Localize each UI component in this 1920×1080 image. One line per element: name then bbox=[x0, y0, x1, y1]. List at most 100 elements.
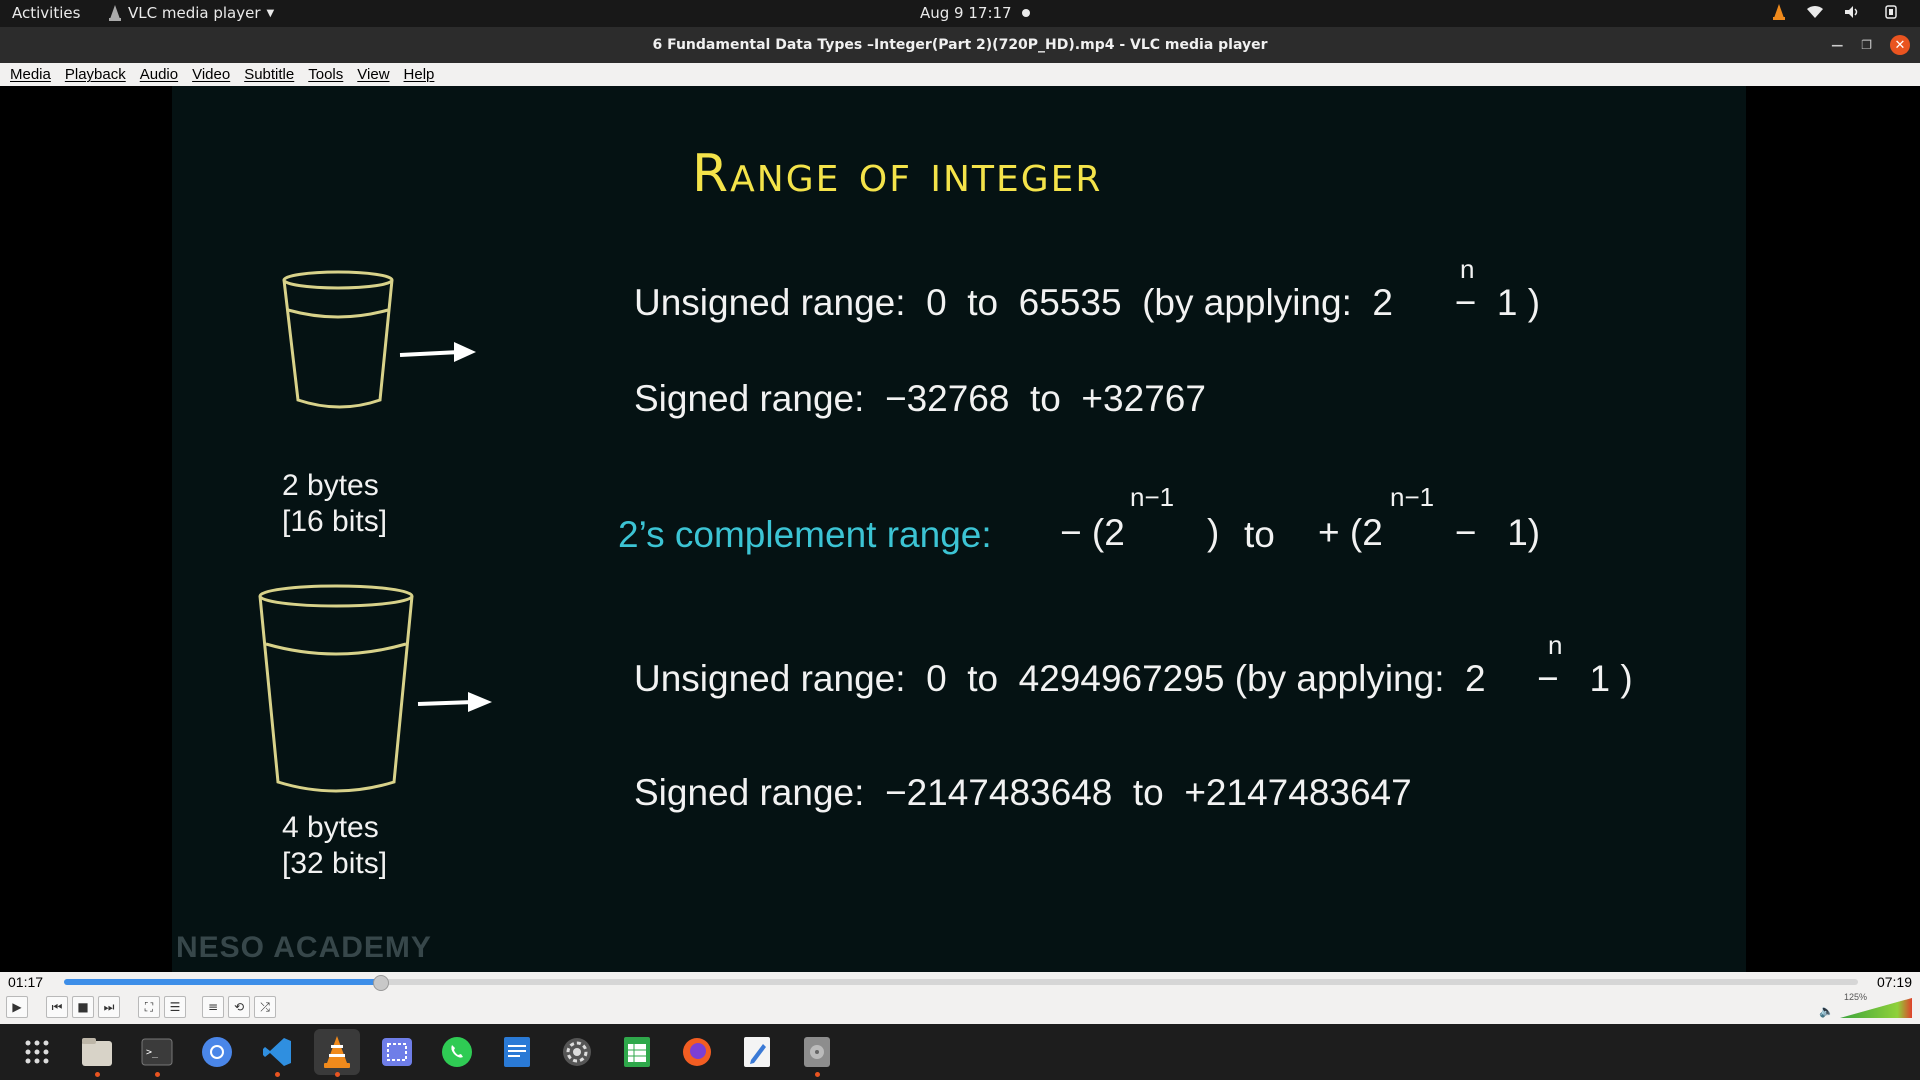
complement-rhs: + (2 − 1) bbox=[1318, 512, 1541, 553]
chevron-down-icon: ▼ bbox=[266, 7, 275, 19]
caption-size: 4 bytes bbox=[282, 811, 379, 844]
vscode-button[interactable] bbox=[254, 1029, 300, 1077]
close-icon[interactable]: ✕ bbox=[1890, 35, 1910, 55]
small-glass-icon bbox=[282, 270, 476, 409]
vscode-icon bbox=[263, 1038, 291, 1066]
next-button[interactable]: ⏭ bbox=[98, 996, 120, 1018]
minimize-icon[interactable]: — bbox=[1831, 38, 1843, 52]
files-button[interactable] bbox=[74, 1029, 120, 1077]
disk-button[interactable] bbox=[794, 1029, 840, 1077]
settings-icon bbox=[563, 1038, 591, 1066]
chromium-button[interactable] bbox=[194, 1029, 240, 1075]
view-buttons: ⛶ ☰ bbox=[138, 996, 186, 1018]
menu-media[interactable]: Media bbox=[10, 66, 51, 83]
shuffle-button[interactable]: ⤮ bbox=[254, 996, 276, 1018]
files-icon bbox=[82, 1038, 112, 1066]
seek-handle[interactable] bbox=[372, 975, 389, 991]
loop-button[interactable]: ⟲ bbox=[228, 996, 250, 1018]
vlc-button[interactable] bbox=[314, 1029, 360, 1077]
screenshot-button[interactable] bbox=[374, 1029, 420, 1075]
volume-control[interactable]: 🔈 125% bbox=[1819, 992, 1912, 1018]
screenshot-icon bbox=[382, 1038, 412, 1066]
restore-icon[interactable]: ❐ bbox=[1861, 38, 1872, 52]
running-indicator bbox=[814, 1072, 820, 1077]
elapsed-time: 01:17 bbox=[8, 974, 44, 990]
playlist-button[interactable]: ≡ bbox=[202, 996, 224, 1018]
slide-title: Range of integer bbox=[692, 144, 1103, 204]
volume-icon[interactable]: 🔈 bbox=[1819, 1004, 1834, 1018]
app-grid-button[interactable] bbox=[14, 1029, 60, 1075]
shuffle-icon: ⤮ bbox=[260, 999, 270, 1014]
notification-dot-icon bbox=[1021, 9, 1030, 17]
seek-bar[interactable] bbox=[64, 975, 1858, 991]
menu-tools[interactable]: Tools bbox=[308, 66, 343, 83]
lower-unsigned-range: Unsigned range: 0 to 4294967295 (by appl… bbox=[634, 658, 1633, 699]
caption-bits: [32 bits] bbox=[282, 847, 388, 880]
vlc-cone-icon bbox=[109, 5, 121, 21]
stop-button[interactable]: ■ bbox=[72, 996, 94, 1018]
app-grid-icon bbox=[25, 1040, 49, 1064]
video-area[interactable]: Range of integer 2 bytes [16 bits] Unsig… bbox=[0, 86, 1920, 972]
upper-signed-range: Signed range: −32768 to +32767 bbox=[634, 378, 1206, 419]
extended-settings-button[interactable]: ☰ bbox=[164, 996, 186, 1018]
menu-subtitle[interactable]: Subtitle bbox=[244, 66, 294, 83]
text-editor-button[interactable] bbox=[734, 1029, 780, 1075]
vlc-tray-icon[interactable] bbox=[1772, 4, 1786, 20]
running-indicator bbox=[334, 1072, 340, 1077]
vlc-icon bbox=[324, 1036, 350, 1068]
power-icon[interactable] bbox=[1882, 5, 1900, 19]
app-menu[interactable]: VLC media player ▼ bbox=[108, 4, 274, 22]
writer-button[interactable] bbox=[494, 1029, 540, 1075]
menu-audio[interactable]: Audio bbox=[140, 66, 178, 83]
activities-button[interactable]: Activities bbox=[12, 4, 80, 22]
caption-size: 2 bytes bbox=[282, 469, 379, 502]
transport-buttons: ⏮ ■ ⏭ bbox=[46, 996, 120, 1018]
terminal-icon: >_ bbox=[141, 1038, 173, 1066]
equalizer-icon: ☰ bbox=[169, 1000, 181, 1014]
complement-lhs-exponent: n−1 bbox=[1130, 482, 1175, 512]
whatsapp-button[interactable] bbox=[434, 1029, 480, 1075]
play-button[interactable]: ▶ bbox=[6, 996, 28, 1018]
menu-video[interactable]: Video bbox=[192, 66, 230, 83]
previous-icon: ⏮ bbox=[51, 999, 63, 1014]
player-controls: 01:17 07:19 ▶ ⏮ ■ ⏭ ⛶ ☰ ≡ ⟲ ⤮ 🔈 125% bbox=[0, 972, 1920, 1024]
fullscreen-button[interactable]: ⛶ bbox=[138, 996, 160, 1018]
menu-bar: Media Playback Audio Video Subtitle Tool… bbox=[0, 63, 1920, 86]
small-glass-caption: 2 bytes [16 bits] bbox=[282, 468, 387, 540]
dock: >_ bbox=[0, 1024, 1920, 1080]
terminal-button[interactable]: >_ bbox=[134, 1029, 180, 1077]
menu-help[interactable]: Help bbox=[404, 66, 435, 83]
caption-bits: [16 bits] bbox=[282, 505, 388, 538]
speaker-icon[interactable] bbox=[1844, 5, 1862, 19]
loop-icon: ⟲ bbox=[233, 1000, 245, 1014]
complement-lhs: − (2 ) bbox=[1060, 512, 1220, 553]
whatsapp-icon bbox=[442, 1037, 472, 1067]
playlist-buttons: ≡ ⟲ ⤮ bbox=[202, 996, 276, 1018]
total-time: 07:19 bbox=[1876, 974, 1912, 990]
large-glass-caption: 4 bytes [32 bits] bbox=[282, 810, 387, 882]
window-title-bar[interactable]: 6 Fundamental Data Types –Integer(Part 2… bbox=[0, 27, 1920, 63]
svg-text:>_: >_ bbox=[146, 1047, 159, 1058]
calc-button[interactable] bbox=[614, 1029, 660, 1075]
large-glass-icon bbox=[258, 584, 492, 793]
lower-signed-range: Signed range: −2147483648 to +2147483647 bbox=[634, 772, 1412, 813]
play-icon: ▶ bbox=[12, 1000, 22, 1014]
previous-button[interactable]: ⏮ bbox=[46, 996, 68, 1018]
clock-text: Aug 9 17:17 bbox=[920, 4, 1012, 22]
wifi-icon[interactable] bbox=[1806, 5, 1824, 19]
menu-playback[interactable]: Playback bbox=[65, 66, 126, 83]
playback-buttons: ▶ bbox=[6, 996, 28, 1018]
system-tray[interactable] bbox=[1772, 4, 1900, 20]
disk-icon bbox=[804, 1037, 830, 1067]
complement-label: 2’s complement range: bbox=[618, 514, 992, 555]
running-indicator bbox=[94, 1072, 100, 1077]
menu-view[interactable]: View bbox=[357, 66, 389, 83]
stop-icon: ■ bbox=[77, 1000, 89, 1014]
watermark: NESO ACADEMY bbox=[176, 931, 432, 964]
volume-slider[interactable] bbox=[1840, 996, 1912, 1018]
settings-button[interactable] bbox=[554, 1029, 600, 1075]
clock[interactable]: Aug 9 17:17 bbox=[920, 4, 1030, 22]
complement-to: to bbox=[1244, 514, 1275, 555]
firefox-button[interactable] bbox=[674, 1029, 720, 1075]
chromium-icon bbox=[202, 1037, 232, 1067]
